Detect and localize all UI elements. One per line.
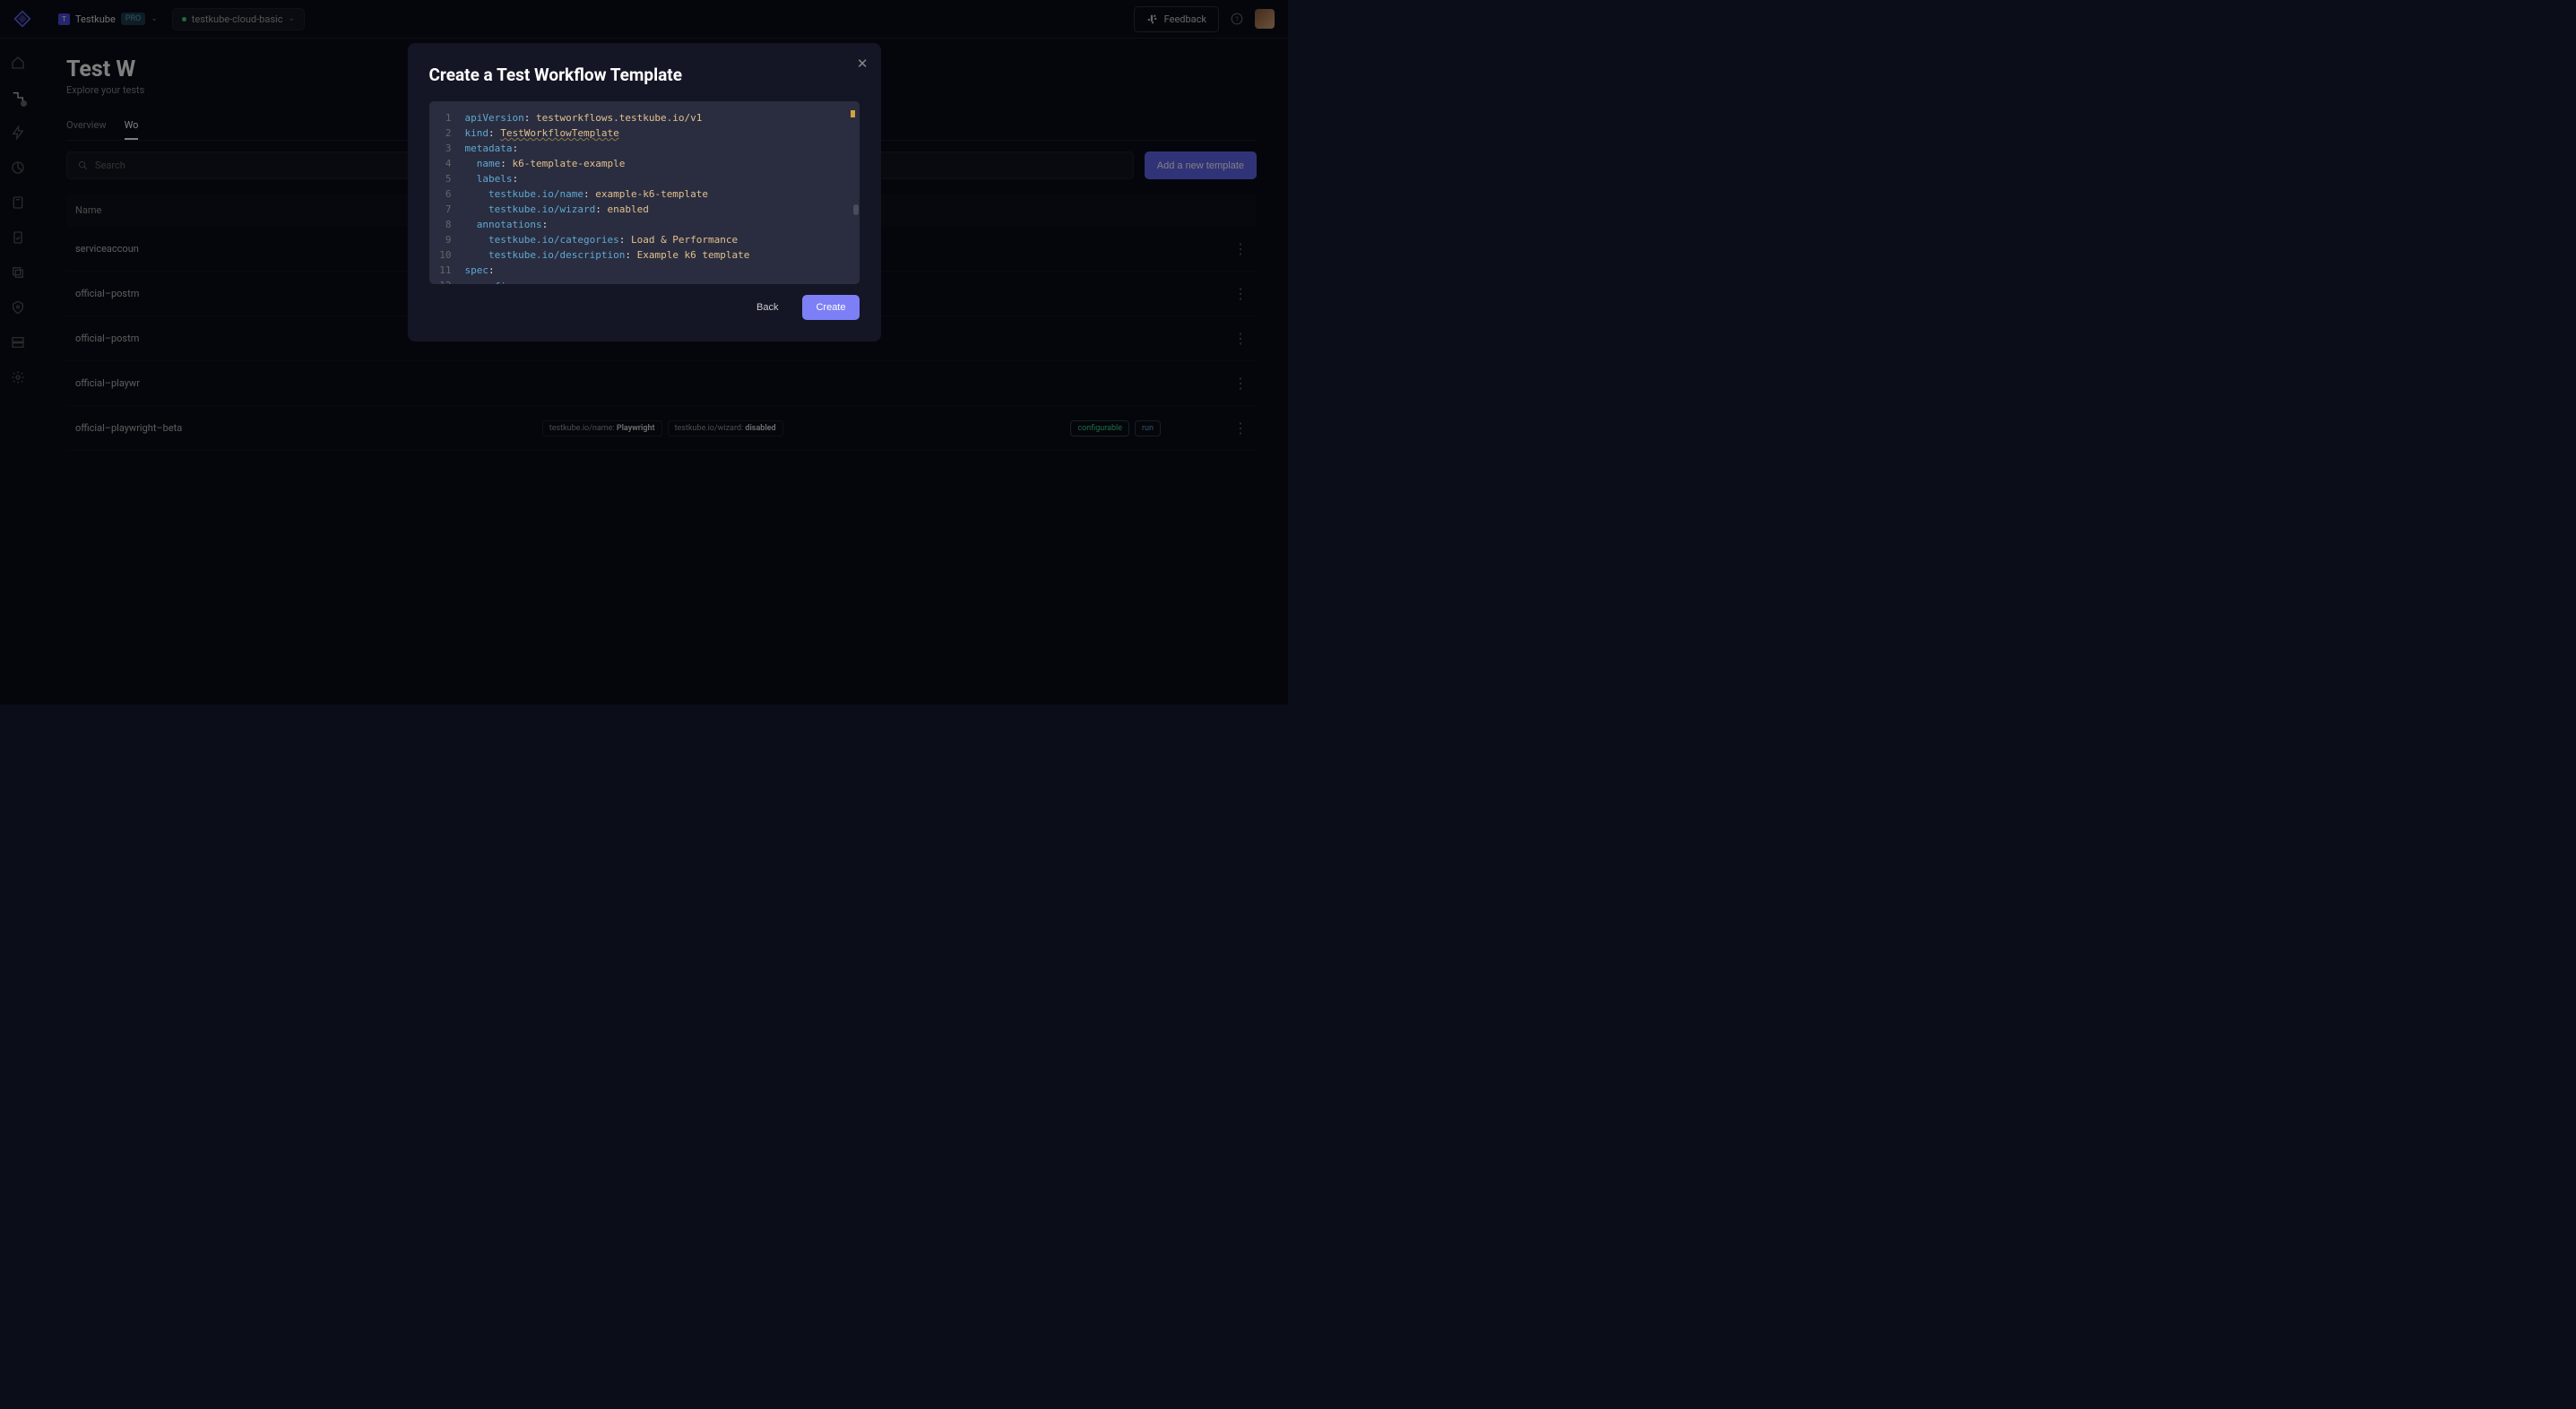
code-content: apiVersion: testworkflows.testkube.io/v1… [429,101,860,284]
yaml-editor[interactable]: 1234567891011121314151617 apiVersion: te… [429,101,860,284]
back-button[interactable]: Back [743,295,791,320]
modal-overlay: ✕ Create a Test Workflow Template 123456… [0,0,1288,704]
close-icon[interactable]: ✕ [857,56,869,72]
line-numbers: 1234567891011121314151617 [429,110,459,284]
create-button[interactable]: Create [802,295,859,320]
modal-title: Create a Test Workflow Template [429,65,860,85]
scrollbar[interactable] [852,101,860,284]
create-template-modal: ✕ Create a Test Workflow Template 123456… [408,43,881,341]
